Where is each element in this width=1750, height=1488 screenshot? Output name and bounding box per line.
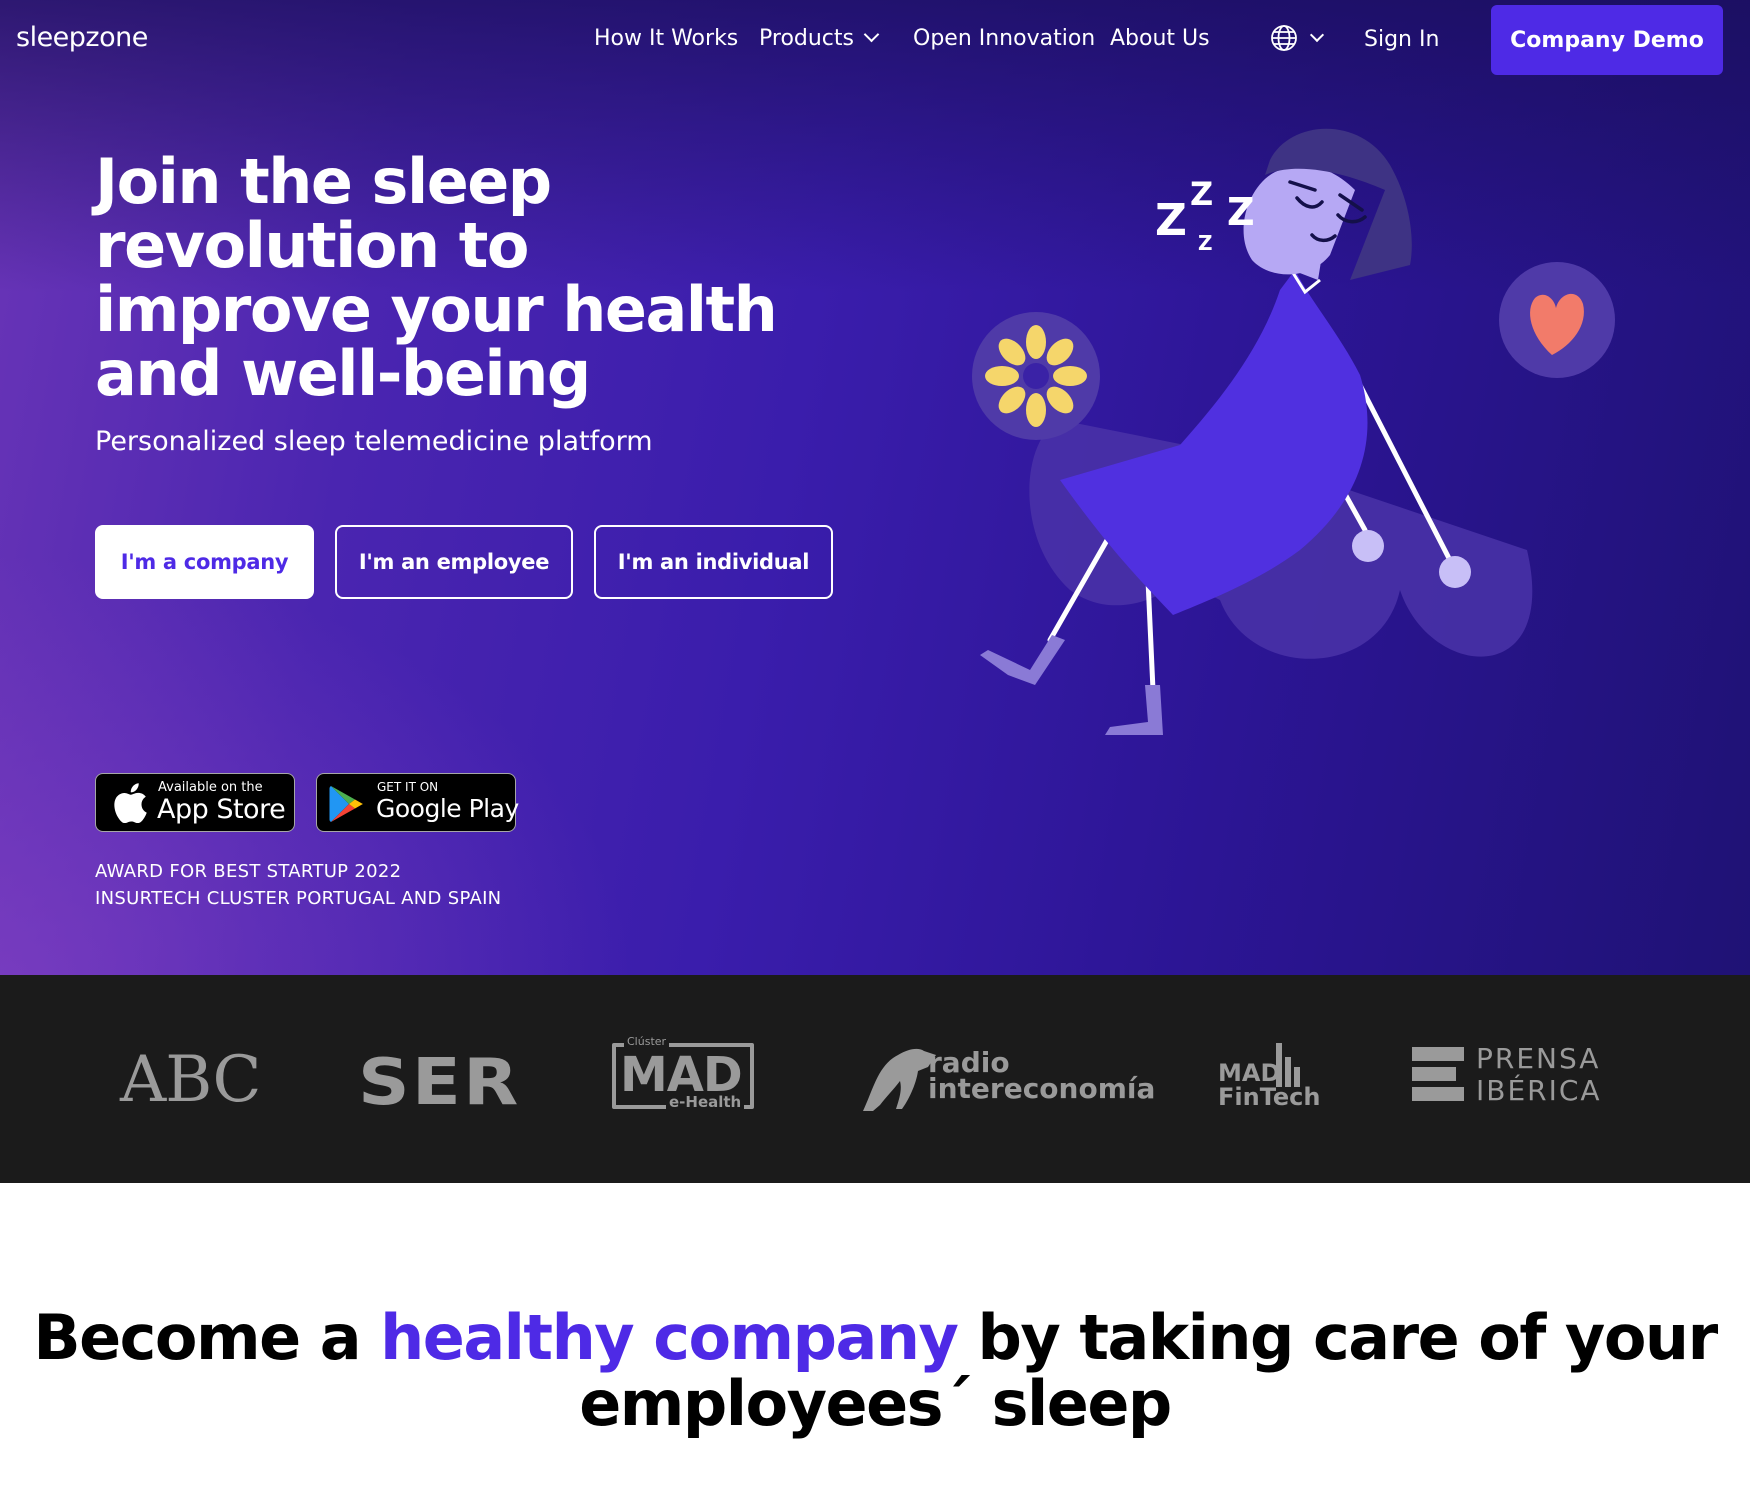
google-play-small-text: GET IT ON <box>377 780 439 794</box>
fintech-bar-3 <box>1294 1067 1300 1087</box>
company-demo-button[interactable]: Company Demo <box>1491 5 1723 75</box>
nav-about-us[interactable]: About Us <box>1110 26 1210 51</box>
sleep-zs: Z Z Z Z <box>1155 175 1255 255</box>
shoes <box>980 635 1163 735</box>
mad-text: MAD <box>620 1047 743 1103</box>
apple-icon <box>114 783 147 823</box>
im-an-employee-button[interactable]: I'm an employee <box>335 525 573 599</box>
cluster-mad-ehealth-logo: Clúster MAD e-Health <box>612 1035 754 1111</box>
globe-icon[interactable] <box>1270 24 1298 52</box>
hero-subheadline: Personalized sleep telemedicine platform <box>95 426 653 457</box>
app-store-big-text: App Store <box>157 794 286 825</box>
ehealth-text: e-Health <box>666 1093 745 1111</box>
radio-intereconomia-logo: radio intereconomía <box>858 1045 1155 1115</box>
flower-circle <box>972 312 1100 440</box>
nav-products-label: Products <box>759 26 854 51</box>
google-play-big-text: Google Play <box>376 794 519 823</box>
im-an-individual-button[interactable]: I'm an individual <box>594 525 833 599</box>
hero-section: sleepzone How It Works Products Open Inn… <box>0 0 1750 975</box>
top-navigation: sleepzone How It Works Products Open Inn… <box>0 0 1750 80</box>
sleepzone-logo[interactable]: sleepzone <box>16 22 148 54</box>
fintech-bars-icon <box>1276 1043 1282 1087</box>
hero-headline: Join the sleep revolution to improve you… <box>95 145 778 410</box>
section-title-pre: Become a <box>33 1301 381 1374</box>
language-chevron-icon[interactable] <box>1309 27 1325 43</box>
logo-text: sleepzone <box>16 22 148 53</box>
google-play-badge[interactable]: GET IT ON Google Play <box>316 773 519 832</box>
z-right: Z <box>1227 190 1255 234</box>
award-text: AWARD FOR BEST STARTUP 2022 INSURTECH CL… <box>95 858 501 912</box>
award-line-1: AWARD FOR BEST STARTUP 2022 <box>95 861 402 882</box>
nav-how-it-works[interactable]: How It Works <box>594 26 738 51</box>
award-line-2: INSURTECH CLUSTER PORTUGAL AND SPAIN <box>95 888 502 909</box>
prensa-iberica-logo: PRENSA IBÉRICA <box>1410 1045 1600 1105</box>
sign-in-link[interactable]: Sign In <box>1364 27 1439 52</box>
nav-products[interactable]: Products <box>759 26 880 51</box>
im-a-company-button[interactable]: I'm a company <box>95 525 314 599</box>
iberica-text: IBÉRICA <box>1476 1074 1602 1107</box>
google-play-icon <box>329 786 363 822</box>
fintech-mad-text: MAD <box>1218 1059 1281 1087</box>
prensa-text: PRENSA <box>1476 1042 1601 1075</box>
app-store-small-text: Available on the <box>158 780 263 795</box>
intereconomia-text: intereconomía <box>928 1072 1156 1105</box>
z-small: Z <box>1198 231 1213 255</box>
heart-circle <box>1499 262 1615 378</box>
fintech-text: FinTech <box>1218 1083 1321 1111</box>
nav-open-innovation[interactable]: Open Innovation <box>913 26 1095 51</box>
app-store-badge[interactable]: Available on the App Store <box>95 773 295 832</box>
sleeping-woman-illustration: Z Z Z Z <box>972 128 1615 735</box>
prensa-bar-3 <box>1412 1087 1464 1101</box>
fintech-bar-2 <box>1285 1057 1291 1087</box>
z-large-left: Z <box>1155 195 1187 246</box>
chevron-down-icon <box>863 26 880 43</box>
press-logos-bar: ABC SER Clúster MAD e-Health radio inter… <box>0 975 1750 1183</box>
abc-logo: ABC <box>120 1043 261 1117</box>
section-title-accent: healthy company <box>380 1301 959 1374</box>
prensa-bar-2 <box>1412 1067 1456 1081</box>
face <box>1243 165 1355 275</box>
mad-fintech-logo: MAD FinTech <box>1218 1043 1320 1115</box>
z-top: Z <box>1190 175 1213 213</box>
section-title: Become a healthy company by taking care … <box>0 1305 1750 1437</box>
ser-logo-text: SER <box>358 1046 521 1120</box>
prensa-bar-1 <box>1412 1047 1464 1061</box>
bull-icon <box>863 1048 936 1111</box>
